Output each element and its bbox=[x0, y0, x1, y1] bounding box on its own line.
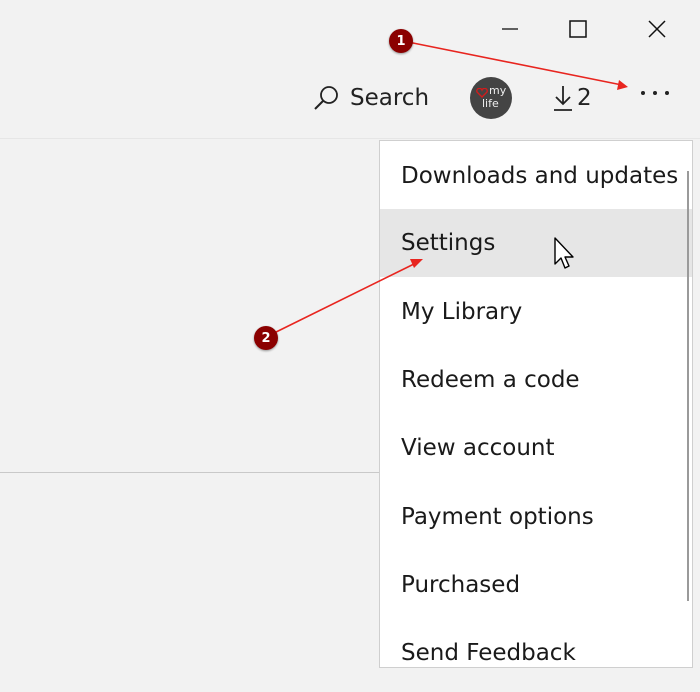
more-options-button[interactable] bbox=[632, 78, 678, 108]
close-button[interactable] bbox=[637, 10, 677, 48]
close-icon bbox=[648, 20, 666, 38]
menu-item-label: My Library bbox=[401, 299, 523, 325]
search-icon bbox=[314, 86, 338, 110]
menu-item-label: Purchased bbox=[401, 572, 521, 598]
menu-item-payment-options[interactable]: Payment options bbox=[380, 483, 692, 551]
avatar[interactable]: my life bbox=[470, 77, 512, 119]
menu-item-label: View account bbox=[401, 435, 555, 461]
store-window: Search my life 2 Downloads and updates S… bbox=[0, 0, 700, 692]
menu-scrollbar[interactable] bbox=[687, 171, 689, 601]
more-options-menu: Downloads and updates Settings My Librar… bbox=[379, 140, 693, 668]
menu-item-label: Redeem a code bbox=[401, 367, 580, 393]
ellipsis-icon bbox=[641, 91, 669, 95]
avatar-text-bottom: life bbox=[482, 97, 499, 110]
annotation-badge-2: 2 bbox=[254, 326, 278, 350]
menu-item-settings[interactable]: Settings bbox=[380, 209, 692, 277]
menu-item-label: Payment options bbox=[401, 504, 594, 530]
menu-item-purchased[interactable]: Purchased bbox=[380, 551, 692, 619]
menu-item-view-account[interactable]: View account bbox=[380, 414, 692, 482]
menu-item-downloads-and-updates[interactable]: Downloads and updates bbox=[380, 142, 692, 210]
annotation-arrowhead-1 bbox=[617, 80, 628, 90]
avatar-text-top: my bbox=[489, 84, 507, 97]
maximize-button[interactable] bbox=[558, 10, 598, 48]
menu-item-label: Downloads and updates bbox=[401, 163, 679, 189]
menu-item-my-library[interactable]: My Library bbox=[380, 278, 692, 346]
menu-item-label: Send Feedback bbox=[401, 640, 576, 666]
search-button[interactable]: Search bbox=[312, 80, 429, 116]
minimize-button[interactable] bbox=[490, 10, 530, 48]
menu-item-send-feedback[interactable]: Send Feedback bbox=[380, 619, 692, 667]
downloads-button[interactable]: 2 bbox=[553, 80, 592, 116]
search-label: Search bbox=[350, 85, 430, 111]
annotation-badge-1: 1 bbox=[389, 29, 413, 53]
menu-item-label: Settings bbox=[401, 230, 496, 256]
menu-item-redeem-a-code[interactable]: Redeem a code bbox=[380, 346, 692, 414]
content-divider bbox=[0, 472, 380, 473]
downloads-count: 2 bbox=[577, 85, 592, 111]
minimize-icon bbox=[502, 28, 518, 30]
download-arrow-icon bbox=[554, 86, 572, 111]
maximize-icon bbox=[569, 20, 587, 38]
mouse-cursor-icon bbox=[554, 237, 574, 269]
toolbar-divider bbox=[0, 138, 700, 139]
